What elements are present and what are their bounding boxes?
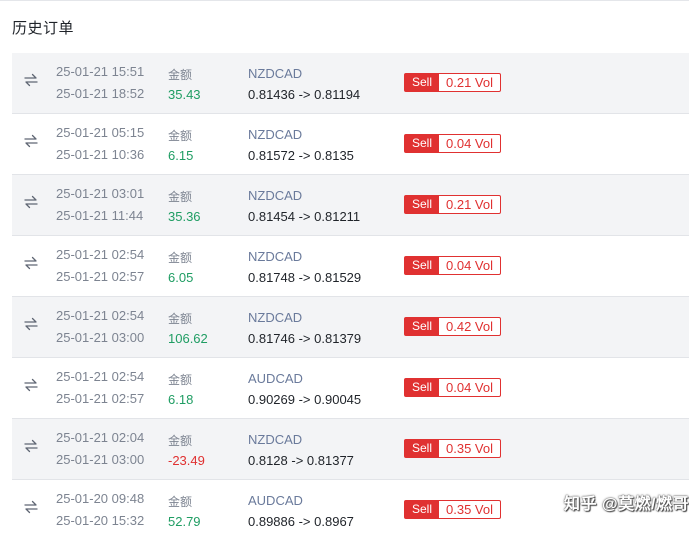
- order-tag: Sell 0.21 Vol: [404, 73, 502, 92]
- volume-badge: 0.04 Vol: [446, 136, 494, 151]
- watermark: 知乎 @莫燃/燃哥: [564, 496, 689, 513]
- price-change: 0.89886 -> 0.8967: [248, 514, 354, 529]
- side-badge: Sell: [405, 257, 440, 274]
- order-tag: Sell 0.04 Vol: [404, 256, 502, 275]
- symbol: NZDCAD: [248, 310, 303, 325]
- order-tag: Sell 0.04 Vol: [404, 378, 502, 397]
- order-tag: Sell 0.21 Vol: [404, 195, 502, 214]
- amount-label: 金额: [168, 373, 193, 387]
- side-badge: Sell: [405, 196, 440, 213]
- order-row[interactable]: 25-01-21 02:04 25-01-21 03:00 金额 -23.49 …: [12, 419, 689, 480]
- swap-arrows-icon: [23, 377, 39, 393]
- open-time: 25-01-21 02:54: [56, 247, 145, 262]
- close-time: 25-01-21 03:00: [56, 330, 145, 345]
- symbol: NZDCAD: [248, 249, 303, 264]
- symbol: AUDCAD: [248, 371, 303, 386]
- close-time: 25-01-21 02:57: [56, 269, 145, 284]
- price-change: 0.81572 -> 0.8135: [248, 148, 354, 163]
- open-time: 25-01-21 02:54: [56, 369, 145, 384]
- side-badge: Sell: [405, 74, 440, 91]
- symbol: AUDCAD: [248, 493, 303, 508]
- amount-value: 106.62: [168, 331, 208, 346]
- close-time: 25-01-21 10:36: [56, 147, 145, 162]
- close-time: 25-01-20 15:32: [56, 513, 145, 528]
- open-time: 25-01-21 02:04: [56, 430, 145, 445]
- amount-label: 金额: [168, 312, 193, 326]
- amount-label: 金额: [168, 190, 193, 204]
- order-row[interactable]: 25-01-21 02:54 25-01-21 02:57 金额 6.18 AU…: [12, 358, 689, 419]
- order-row[interactable]: 25-01-21 05:15 25-01-21 10:36 金额 6.15 NZ…: [12, 114, 689, 175]
- swap-arrows-icon: [23, 438, 39, 454]
- order-row[interactable]: 25-01-21 03:01 25-01-21 11:44 金额 35.36 N…: [12, 175, 689, 236]
- swap-arrows-icon: [23, 72, 39, 88]
- price-change: 0.90269 -> 0.90045: [248, 392, 362, 407]
- order-tag: Sell 0.42 Vol: [404, 317, 502, 336]
- volume-badge: 0.04 Vol: [446, 380, 494, 395]
- volume-badge: 0.21 Vol: [446, 197, 494, 212]
- volume-badge: 0.42 Vol: [446, 319, 494, 334]
- amount-value: 6.18: [168, 392, 194, 407]
- amount-label: 金额: [168, 495, 193, 509]
- swap-arrows-icon: [23, 194, 39, 210]
- side-badge: Sell: [405, 318, 440, 335]
- price-change: 0.81748 -> 0.81529: [248, 270, 362, 285]
- symbol: NZDCAD: [248, 188, 303, 203]
- side-badge: Sell: [405, 135, 440, 152]
- volume-badge: 0.35 Vol: [446, 502, 494, 517]
- open-time: 25-01-20 09:48: [56, 491, 145, 506]
- order-row[interactable]: 25-01-21 02:54 25-01-21 02:57 金额 6.05 NZ…: [12, 236, 689, 297]
- order-tag: Sell 0.35 Vol: [404, 500, 502, 519]
- order-tag: Sell 0.04 Vol: [404, 134, 502, 153]
- amount-value: 52.79: [168, 514, 201, 529]
- top-divider: [0, 0, 689, 1]
- amount-value: 35.43: [168, 87, 201, 102]
- amount-value: 35.36: [168, 209, 201, 224]
- open-time: 25-01-21 02:54: [56, 308, 145, 323]
- symbol: NZDCAD: [248, 432, 303, 447]
- close-time: 25-01-21 18:52: [56, 86, 145, 101]
- amount-value: 6.15: [168, 148, 194, 163]
- page-title: 历史订单: [12, 20, 75, 37]
- order-tag: Sell 0.35 Vol: [404, 439, 502, 458]
- volume-badge: 0.35 Vol: [446, 441, 494, 456]
- volume-badge: 0.21 Vol: [446, 75, 494, 90]
- price-change: 0.81746 -> 0.81379: [248, 331, 362, 346]
- volume-badge: 0.04 Vol: [446, 258, 494, 273]
- amount-label: 金额: [168, 68, 193, 82]
- side-badge: Sell: [405, 379, 440, 396]
- amount-value: 6.05: [168, 270, 194, 285]
- amount-value: -23.49: [168, 453, 205, 468]
- order-row[interactable]: 25-01-21 02:54 25-01-21 03:00 金额 106.62 …: [12, 297, 689, 358]
- side-badge: Sell: [405, 501, 440, 518]
- symbol: NZDCAD: [248, 66, 303, 81]
- price-change: 0.8128 -> 0.81377: [248, 453, 354, 468]
- amount-label: 金额: [168, 434, 193, 448]
- open-time: 25-01-21 03:01: [56, 186, 145, 201]
- swap-arrows-icon: [23, 133, 39, 149]
- price-change: 0.81454 -> 0.81211: [248, 209, 361, 224]
- symbol: NZDCAD: [248, 127, 303, 142]
- amount-label: 金额: [168, 129, 193, 143]
- swap-arrows-icon: [23, 255, 39, 271]
- order-list: 25-01-21 15:51 25-01-21 18:52 金额 35.43 N…: [12, 53, 689, 537]
- price-change: 0.81436 -> 0.81194: [248, 87, 361, 102]
- order-row[interactable]: 25-01-21 15:51 25-01-21 18:52 金额 35.43 N…: [12, 53, 689, 114]
- amount-label: 金额: [168, 251, 193, 265]
- close-time: 25-01-21 03:00: [56, 452, 145, 467]
- close-time: 25-01-21 11:44: [56, 208, 144, 223]
- swap-arrows-icon: [23, 316, 39, 332]
- open-time: 25-01-21 05:15: [56, 125, 145, 140]
- side-badge: Sell: [405, 440, 440, 457]
- swap-arrows-icon: [23, 499, 39, 515]
- open-time: 25-01-21 15:51: [56, 64, 145, 79]
- close-time: 25-01-21 02:57: [56, 391, 145, 406]
- history-orders-page: 历史订单 25-01-21 15:51 25-01-21 18:52 金额 35…: [0, 0, 689, 537]
